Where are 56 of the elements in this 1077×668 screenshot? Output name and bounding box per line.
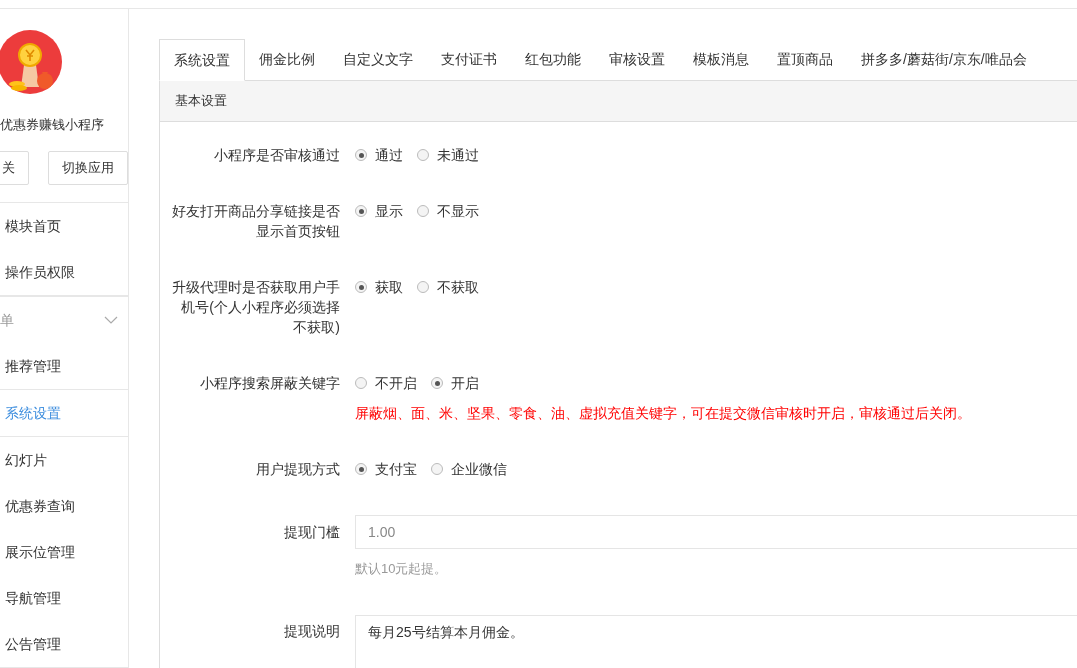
radio-label[interactable]: 显示 (375, 200, 403, 222)
tab[interactable]: 支付证书 (427, 39, 511, 80)
sidebar-item[interactable]: 公告管理 (0, 621, 128, 667)
radio-label[interactable]: 不获取 (437, 276, 479, 298)
tab[interactable]: 置顶商品 (763, 39, 847, 80)
sidebar-item[interactable]: 展示位管理 (0, 529, 128, 575)
app-name: 优惠券赚钱小程序 (0, 115, 105, 134)
input-field[interactable]: 1.00 (355, 515, 1077, 549)
radio-button[interactable] (417, 205, 429, 217)
radio-button[interactable] (417, 149, 429, 161)
radio-label[interactable]: 通过 (375, 144, 403, 166)
sidebar-item[interactable]: 导航管理 (0, 575, 128, 621)
tab[interactable]: 红包功能 (511, 39, 595, 80)
tab[interactable]: 佣金比例 (245, 39, 329, 80)
sidebar-item[interactable]: 模块首页 (0, 203, 128, 249)
radio-label[interactable]: 未通过 (437, 144, 479, 166)
radio-button[interactable] (431, 463, 443, 475)
radio-button[interactable] (355, 205, 367, 217)
radio-label[interactable]: 支付宝 (375, 458, 417, 480)
sidebar-item[interactable]: 操作员权限 (0, 249, 128, 295)
sidebar-item[interactable]: 幻灯片 (0, 437, 128, 483)
tab[interactable]: 模板消息 (679, 39, 763, 80)
tab[interactable]: 拼多多/蘑菇街/京东/唯品会 (847, 39, 1041, 80)
sidebar-item[interactable]: 优惠券查询 (0, 483, 128, 529)
radio-button[interactable] (355, 463, 367, 475)
sidebar-button[interactable]: 关 (0, 151, 29, 185)
coin-hand-logo-icon (0, 28, 63, 95)
textarea-field[interactable]: 每月25号结算本月佣金。 (355, 615, 1077, 668)
field-label: 升级代理时是否获取用户手机号(个人小程序必须选择不获取) (171, 278, 340, 337)
radio-label[interactable]: 企业微信 (451, 458, 507, 480)
warning-note: 屏蔽烟、面、米、坚果、零食、油、虚拟充值关键字，可在提交微信审核时开启，审核通过后关闭。 (355, 404, 972, 423)
help-text: 默认10元起提。 (355, 560, 449, 578)
field-label: 好友打开商品分享链接是否显示首页按钮 (171, 202, 340, 241)
tab[interactable]: 审核设置 (595, 39, 679, 80)
radio-button[interactable] (417, 281, 429, 293)
sidebar-item[interactable]: 系统设置 (0, 390, 128, 436)
panel-title: 基本设置 (160, 81, 1077, 122)
sidebar-button[interactable]: 切换应用 (48, 151, 128, 185)
radio-button[interactable] (355, 281, 367, 293)
radio-label[interactable]: 不显示 (437, 200, 479, 222)
menu-group-label: 单 (0, 310, 14, 330)
radio-label[interactable]: 获取 (375, 276, 403, 298)
tab[interactable]: 系统设置 (159, 39, 245, 81)
field-label: 小程序是否审核通过 (213, 146, 340, 165)
radio-button[interactable] (355, 149, 367, 161)
sidebar-item[interactable]: 推荐管理 (0, 343, 128, 389)
radio-label[interactable]: 不开启 (375, 372, 417, 394)
field-label: 用户提现方式 (255, 460, 340, 479)
tab[interactable]: 自定义文字 (329, 39, 427, 80)
field-label: 小程序搜索屏蔽关键字 (199, 374, 340, 393)
radio-button[interactable] (431, 377, 443, 389)
radio-button[interactable] (355, 377, 367, 389)
field-label: 提现说明 (283, 622, 340, 641)
chevron-down-icon[interactable] (104, 316, 118, 324)
radio-label[interactable]: 开启 (451, 372, 479, 394)
field-label: 提现门槛 (283, 523, 340, 542)
